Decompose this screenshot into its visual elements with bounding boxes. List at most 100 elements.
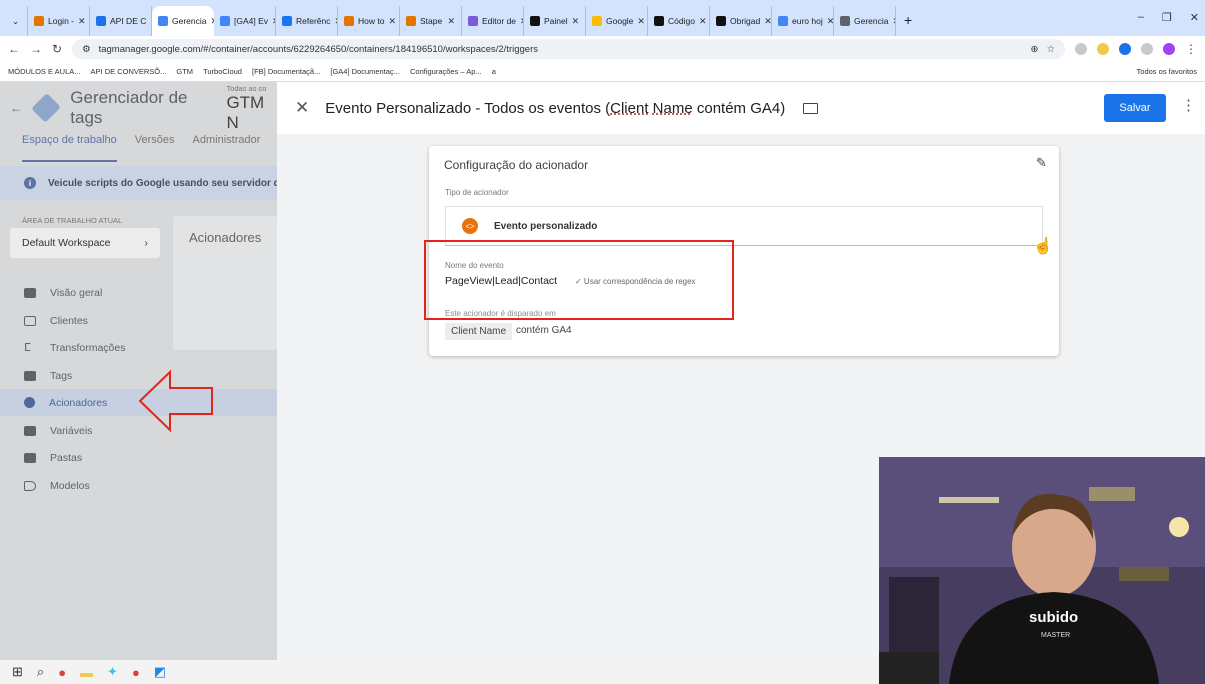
back-icon[interactable]: ← bbox=[8, 42, 20, 56]
chevron-right-icon: › bbox=[144, 237, 149, 249]
back-arrow-icon[interactable]: ← bbox=[10, 101, 22, 115]
transform-icon: ⵎ bbox=[24, 342, 31, 354]
tab-versions[interactable]: Versões bbox=[135, 134, 175, 162]
account-switcher[interactable]: Todas as co GTM N bbox=[226, 84, 277, 133]
chrome-icon[interactable]: ● bbox=[132, 665, 140, 680]
bookmark-item[interactable]: [FB] Documentaçã... bbox=[252, 67, 320, 76]
profile-avatar[interactable] bbox=[1163, 43, 1175, 55]
bookmarks-bar: MÓDULOS E AULA... API DE CONVERSÕ... GTM Tu… bbox=[0, 62, 1205, 82]
bookmark-item[interactable]: a bbox=[492, 67, 496, 76]
close-tab-icon[interactable]: ✕ bbox=[637, 16, 645, 27]
reload-icon[interactable]: ↻ bbox=[52, 42, 62, 56]
close-tab-icon[interactable]: ✕ bbox=[78, 16, 86, 27]
sidebar-item-label: Transformações bbox=[50, 341, 126, 354]
banner-text: Veicule scripts do Google usando seu ser… bbox=[48, 177, 277, 189]
app-title: Gerenciador de tags bbox=[70, 88, 188, 127]
sidebar-item-visao-geral[interactable]: Visão geral bbox=[0, 279, 277, 306]
sidebar-item-clientes[interactable]: Clientes bbox=[0, 307, 277, 334]
browser-tab[interactable]: [GA4] Ev✕ bbox=[214, 6, 276, 36]
tab-search-icon[interactable]: ⌄ bbox=[6, 6, 28, 36]
close-tab-icon[interactable]: ✕ bbox=[447, 16, 455, 27]
browser-tab[interactable]: Código ✕ bbox=[648, 6, 710, 36]
url-field[interactable]: ⚙ tagmanager.google.com/#/container/acco… bbox=[72, 39, 1065, 59]
new-tab-icon[interactable]: + bbox=[896, 12, 920, 36]
file-explorer-icon[interactable]: ▬ bbox=[80, 665, 93, 680]
favicon-icon bbox=[158, 16, 168, 26]
template-icon bbox=[24, 480, 36, 491]
window-controls: – ❐ ✕ bbox=[1138, 11, 1199, 24]
browser-tab[interactable]: Obrigad ✕ bbox=[710, 6, 772, 36]
os-taskbar: ⊞ ⌕ ● ▬ ✦ ● ◩ bbox=[0, 660, 879, 684]
sidebar-item-transformacoes[interactable]: ⵎ Transformações bbox=[0, 334, 277, 361]
bookmark-item[interactable]: GTM bbox=[176, 67, 193, 76]
browser-tab[interactable]: Login - ✕ bbox=[28, 6, 90, 36]
card-title: Configuração do acionador bbox=[444, 158, 589, 172]
bookmark-star-icon[interactable]: ☆ bbox=[1046, 44, 1055, 55]
app-icon[interactable]: ◩ bbox=[154, 664, 166, 680]
tab-label: Gerencia bbox=[854, 16, 889, 26]
browser-tab[interactable]: API DE C✕ bbox=[90, 6, 152, 36]
workspace-name: Default Workspace bbox=[22, 237, 111, 249]
zoom-icon[interactable]: ⊕ bbox=[1031, 44, 1039, 55]
favicon-icon bbox=[654, 16, 664, 26]
browser-tab[interactable]: Editor de✕ bbox=[462, 6, 524, 36]
trigger-title[interactable]: Evento Personalizado - Todos os eventos … bbox=[325, 100, 785, 117]
folder-icon[interactable] bbox=[803, 102, 819, 114]
close-tab-icon[interactable]: ✕ bbox=[699, 16, 707, 27]
close-icon[interactable]: ✕ bbox=[295, 98, 309, 118]
tab-label: Gerencia bbox=[172, 16, 207, 26]
chrome-icon[interactable]: ● bbox=[58, 665, 66, 680]
sidebar-item-label: Acionadores bbox=[49, 396, 108, 409]
slack-icon[interactable]: ✦ bbox=[107, 664, 118, 680]
browser-tab[interactable]: Gerencia✕ bbox=[152, 6, 214, 36]
gtm-header: ← Gerenciador de tags Todas as co GTM N bbox=[0, 82, 277, 134]
variable-icon bbox=[24, 425, 36, 436]
forward-icon[interactable]: → bbox=[30, 42, 42, 56]
all-bookmarks[interactable]: Todos os favoritos bbox=[1137, 67, 1197, 76]
bookmark-item[interactable]: TurboCloud bbox=[203, 67, 242, 76]
close-tab-icon[interactable]: ✕ bbox=[764, 16, 771, 27]
windows-start-icon[interactable]: ⊞ bbox=[12, 664, 23, 680]
save-button[interactable]: Salvar bbox=[1104, 94, 1166, 122]
browser-tab[interactable]: How to ✕ bbox=[338, 6, 400, 36]
sidebar-item-modelos[interactable]: Modelos bbox=[0, 472, 277, 499]
close-tab-icon[interactable]: ✕ bbox=[388, 16, 396, 27]
info-icon: i bbox=[24, 177, 36, 189]
minimize-icon[interactable]: – bbox=[1138, 11, 1144, 24]
chrome-menu-icon[interactable]: ⋮ bbox=[1185, 42, 1197, 56]
tab-label: euro hoj bbox=[792, 16, 823, 26]
card-heading: Acionadores bbox=[189, 230, 262, 245]
extension-icon[interactable] bbox=[1119, 43, 1131, 55]
more-options-icon[interactable]: ⋮ bbox=[1181, 96, 1196, 114]
sidebar-item-pastas[interactable]: Pastas bbox=[0, 444, 277, 471]
close-window-icon[interactable]: ✕ bbox=[1190, 11, 1199, 24]
bookmark-item[interactable]: Configurações – Ap... bbox=[410, 67, 482, 76]
tab-label: Obrigad bbox=[730, 16, 761, 26]
browser-tab[interactable]: Painel ✕ bbox=[524, 6, 586, 36]
browser-tab[interactable]: Referênc✕ bbox=[276, 6, 338, 36]
condition-variable-chip: Client Name bbox=[445, 323, 513, 340]
pencil-icon[interactable]: ✎ bbox=[1036, 155, 1047, 171]
bookmark-item[interactable]: MÓDULOS E AULA... bbox=[8, 67, 81, 76]
bookmark-item[interactable]: API DE CONVERSÕ... bbox=[91, 67, 167, 76]
extensions-puzzle-icon[interactable] bbox=[1141, 43, 1153, 55]
restore-icon[interactable]: ❐ bbox=[1162, 11, 1172, 24]
extension-icon[interactable] bbox=[1097, 43, 1109, 55]
browser-tab[interactable]: euro hoj ✕ bbox=[772, 6, 834, 36]
close-tab-icon[interactable]: ✕ bbox=[572, 16, 580, 27]
search-icon[interactable]: ⌕ bbox=[37, 664, 44, 680]
tab-admin[interactable]: Administrador bbox=[193, 134, 261, 162]
condition-operator: contém GA4 bbox=[516, 325, 572, 336]
browser-tab[interactable]: Google ✕ bbox=[586, 6, 648, 36]
workspace-selector[interactable]: Default Workspace › bbox=[10, 228, 160, 258]
bookmark-item[interactable]: [GA4] Documentaç... bbox=[330, 67, 400, 76]
browser-tab[interactable]: Stape ✕ bbox=[400, 6, 462, 36]
browser-tab-strip: ⌄Login - ✕API DE C✕Gerencia✕[GA4] Ev✕Ref… bbox=[0, 0, 1205, 36]
tab-workspace[interactable]: Espaço de trabalho bbox=[22, 134, 117, 162]
webcam-video: subido MASTER bbox=[879, 457, 1205, 684]
extension-icon[interactable] bbox=[1075, 43, 1087, 55]
favicon-icon bbox=[34, 16, 44, 26]
browser-tab[interactable]: Gerencia✕ bbox=[834, 6, 896, 36]
site-info-icon[interactable]: ⚙ bbox=[82, 44, 91, 55]
close-tab-icon[interactable]: ✕ bbox=[827, 16, 833, 27]
